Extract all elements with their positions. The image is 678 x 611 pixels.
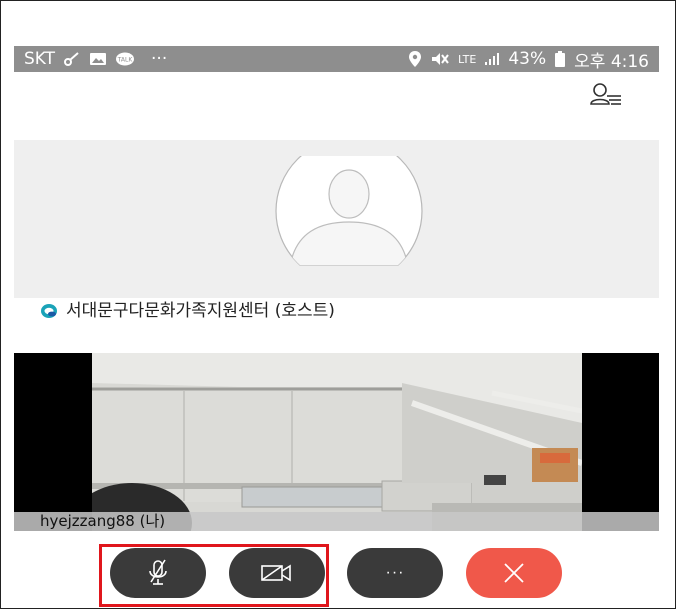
more-options-button[interactable]: ··· xyxy=(347,548,443,598)
stop-video-button[interactable] xyxy=(229,548,325,598)
signal-icon xyxy=(484,52,500,66)
camera-off-icon xyxy=(261,564,291,582)
app-header xyxy=(14,72,659,140)
talk-icon: TALK xyxy=(115,51,135,67)
host-status-icon xyxy=(40,303,58,324)
network-label: LTE xyxy=(458,52,477,66)
host-video-tile[interactable] xyxy=(14,137,659,298)
camera-feed xyxy=(92,353,582,531)
self-name-label: hyejzzang88 (나) xyxy=(40,512,166,530)
end-call-button[interactable] xyxy=(466,548,562,598)
status-more: ··· xyxy=(151,49,168,69)
participants-icon xyxy=(590,83,621,105)
call-controls: ··· xyxy=(0,531,678,611)
carrier-label: SKT xyxy=(24,49,56,69)
status-time: 오후 4:16 xyxy=(574,51,649,72)
host-avatar xyxy=(262,137,437,285)
mute-mic-button[interactable] xyxy=(110,548,206,598)
status-bar: SKT TALK ··· LTE 43% 오후 4:16 xyxy=(14,46,659,72)
mic-muted-icon xyxy=(149,559,167,585)
host-name-label: 서대문구다문화가족지원센터 (호스트) xyxy=(66,301,335,321)
key-icon xyxy=(63,51,81,67)
status-right: LTE 43% 오후 4:16 xyxy=(408,47,649,72)
host-name-row: 서대문구다문화가족지원센터 (호스트) xyxy=(14,298,659,354)
image-icon xyxy=(89,51,107,67)
mute-icon xyxy=(430,51,450,67)
close-icon xyxy=(504,563,524,583)
participants-button[interactable] xyxy=(589,82,623,108)
battery-icon xyxy=(554,50,566,68)
self-name-bar: hyejzzang88 (나) xyxy=(14,512,659,531)
more-options-label: ··· xyxy=(385,564,405,581)
status-left: SKT TALK ··· xyxy=(24,49,167,69)
self-video-tile[interactable] xyxy=(14,353,659,531)
location-icon xyxy=(408,50,422,68)
battery-percent: 43% xyxy=(508,49,547,69)
svg-text:TALK: TALK xyxy=(117,57,134,64)
